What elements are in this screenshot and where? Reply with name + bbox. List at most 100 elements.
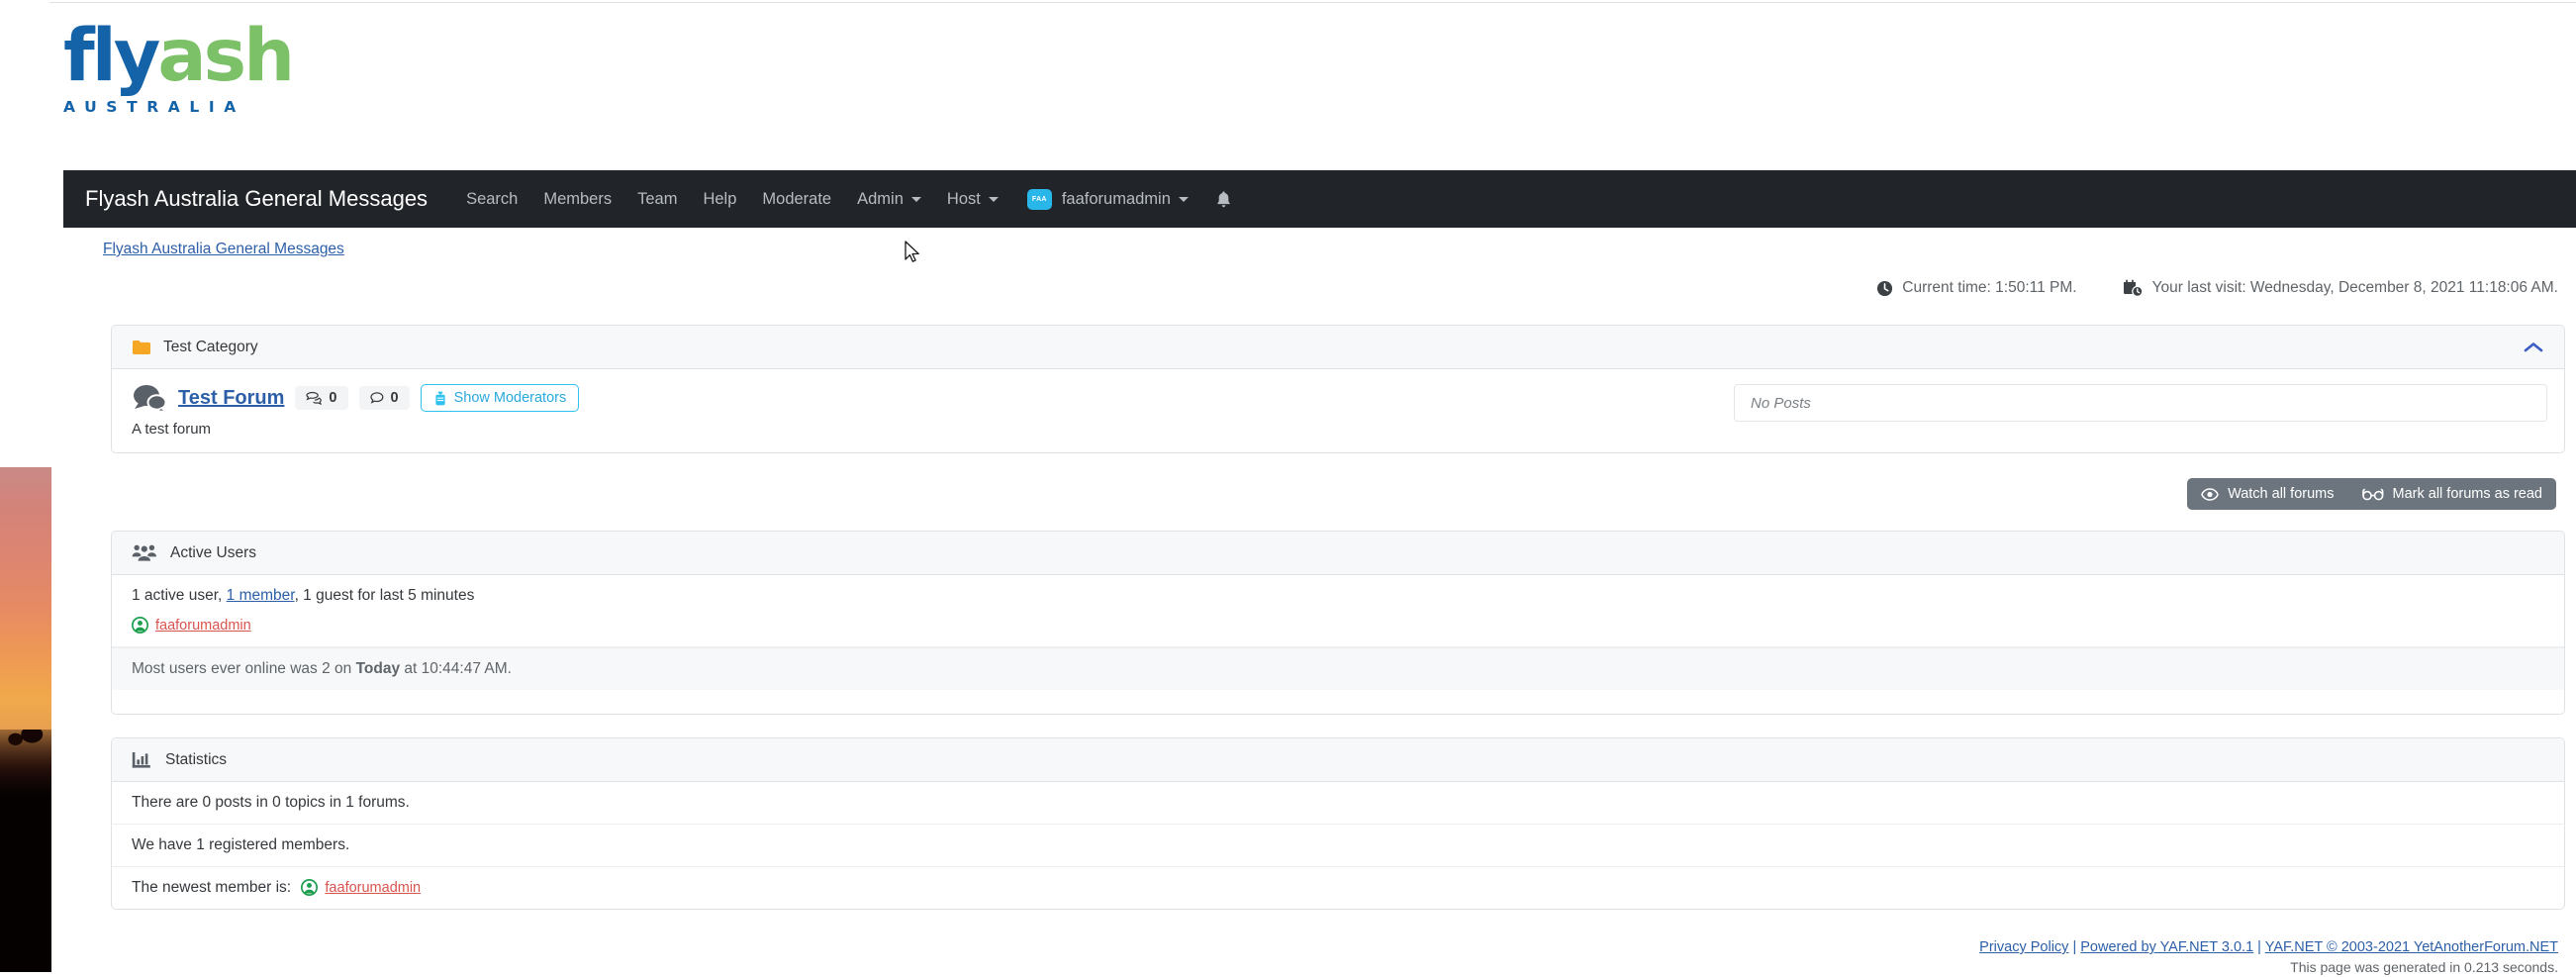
nav-item-label: Admin — [857, 190, 904, 209]
users-icon — [132, 543, 157, 562]
logo-subtitle: AUSTRALIA — [63, 98, 333, 116]
nav-item-search[interactable]: Search — [453, 170, 530, 228]
main-navbar: Flyash Australia General Messages Search… — [63, 170, 2576, 228]
chevron-down-icon — [911, 197, 921, 202]
footer-separator: | — [2253, 939, 2265, 955]
chevron-down-icon — [989, 197, 999, 202]
logo-text-ash: ash — [157, 14, 292, 98]
most-users-record: Most users ever online was 2 on Today at… — [112, 647, 2564, 690]
watch-all-forums-button[interactable]: Watch all forums — [2187, 478, 2347, 510]
logo-text-fly: fly — [63, 14, 157, 98]
stats-newest-label: The newest member is: — [132, 879, 291, 896]
breadcrumb-link-home[interactable]: Flyash Australia General Messages — [103, 241, 344, 257]
last-post-box: No Posts — [1734, 384, 2547, 422]
page-container: flyash AUSTRALIA Flyash Australia Genera… — [51, 0, 2576, 972]
footer: Privacy Policy | Powered by YAF.NET 3.0.… — [1979, 937, 2558, 977]
top-divider — [49, 2, 2576, 3]
stats-members-line: We have 1 registered members. — [112, 825, 2564, 867]
generation-time: This page was generated in 0.213 seconds… — [1979, 957, 2558, 977]
record-day: Today — [356, 660, 401, 677]
category-card: Test Category Test Forum — [111, 325, 2565, 453]
nav-item-label: Search — [466, 190, 518, 209]
logo-wordmark: flyash — [63, 18, 333, 95]
info-row: Current time: 1:50:11 PM. Your last visi… — [1876, 279, 2558, 297]
posts-count-badge: 0 — [359, 386, 410, 410]
last-post-text: No Posts — [1751, 395, 1811, 412]
chevron-up-icon[interactable] — [2523, 341, 2544, 354]
active-users-card: Active Users 1 active user, 1 member, 1 … — [111, 531, 2565, 715]
mark-all-read-button[interactable]: Mark all forums as read — [2348, 478, 2557, 510]
forum-toolbar: Watch all forums Mark all forums as read — [2187, 478, 2556, 510]
category-title: Test Category — [163, 339, 258, 356]
chart-bar-icon — [132, 751, 152, 769]
current-time-text: Current time: 1:50:11 PM. — [1902, 279, 2076, 297]
active-user-item[interactable]: faaforumadmin — [132, 617, 251, 634]
active-members-link[interactable]: 1 member — [227, 587, 295, 604]
active-users-summary-pre: 1 active user, — [132, 587, 227, 604]
clock-icon — [1876, 280, 1893, 297]
statistics-title: Statistics — [165, 751, 227, 769]
active-users-list: faaforumadmin — [112, 613, 2564, 647]
statistics-card: Statistics There are 0 posts in 0 topics… — [111, 737, 2565, 910]
active-user-link[interactable]: faaforumadmin — [155, 618, 251, 634]
posts-count: 0 — [391, 390, 399, 406]
active-users-title: Active Users — [170, 544, 256, 562]
footer-links: Privacy Policy | Powered by YAF.NET 3.0.… — [1979, 937, 2558, 957]
mark-all-read-label: Mark all forums as read — [2393, 486, 2543, 502]
privacy-policy-link[interactable]: Privacy Policy — [1979, 939, 2068, 955]
current-time-block: Current time: 1:50:11 PM. — [1876, 279, 2076, 297]
notifications-button[interactable] — [1201, 190, 1246, 209]
topics-count: 0 — [329, 390, 336, 406]
forum-icon — [132, 384, 167, 412]
record-prefix: Most users ever online was 2 on — [132, 660, 356, 677]
nav-item-host[interactable]: Host — [934, 170, 1011, 228]
site-logo[interactable]: flyash AUSTRALIA — [63, 18, 333, 127]
nav-user-menu[interactable]: FAA faaforumadmin — [1011, 170, 1201, 228]
breadcrumb: Flyash Australia General Messages — [103, 241, 344, 258]
footer-separator: | — [2068, 939, 2080, 955]
forum-link[interactable]: Test Forum — [178, 387, 284, 410]
glasses-icon — [2362, 488, 2384, 501]
topics-icon — [306, 391, 323, 406]
eye-icon — [2201, 488, 2219, 501]
powered-by-link[interactable]: Powered by YAF.NET 3.0.1 — [2080, 939, 2253, 955]
nav-item-moderate[interactable]: Moderate — [749, 170, 844, 228]
user-avatar-icon — [301, 879, 318, 896]
navbar-brand[interactable]: Flyash Australia General Messages — [85, 186, 428, 212]
nav-item-label: Help — [703, 190, 736, 209]
folder-icon — [132, 340, 150, 355]
bell-icon — [1215, 190, 1232, 209]
nav-item-admin[interactable]: Admin — [844, 170, 934, 228]
posts-icon — [370, 391, 385, 406]
nav-item-label: Team — [637, 190, 677, 209]
stats-posts-line: There are 0 posts in 0 topics in 1 forum… — [112, 782, 2564, 825]
newest-member-item[interactable]: faaforumadmin — [301, 879, 421, 896]
nav-item-label: Host — [947, 190, 981, 209]
nav-item-members[interactable]: Members — [530, 170, 624, 228]
category-header[interactable]: Test Category — [112, 326, 2564, 369]
last-visit-text: Your last visit: Wednesday, December 8, … — [2152, 279, 2558, 297]
chevron-down-icon — [1179, 197, 1189, 202]
show-moderators-label: Show Moderators — [454, 390, 567, 406]
moderator-icon — [433, 391, 447, 406]
nav-user-label: faaforumadmin — [1062, 190, 1171, 209]
nav-item-team[interactable]: Team — [624, 170, 690, 228]
record-suffix: at 10:44:47 AM. — [400, 660, 512, 677]
last-visit-block: Your last visit: Wednesday, December 8, … — [2123, 279, 2558, 297]
watch-all-forums-label: Watch all forums — [2228, 486, 2334, 502]
user-avatar-icon — [132, 617, 148, 634]
forum-description: A test forum — [132, 421, 2544, 438]
avatar: FAA — [1027, 189, 1052, 210]
newest-member-link[interactable]: faaforumadmin — [325, 880, 421, 896]
topics-count-badge: 0 — [295, 386, 347, 410]
nav-item-label: Moderate — [762, 190, 831, 209]
statistics-header: Statistics — [112, 738, 2564, 782]
stats-newest-line: The newest member is: faaforumadmin — [112, 867, 2564, 909]
active-users-summary-post: , 1 guest for last 5 minutes — [295, 587, 475, 604]
show-moderators-button[interactable]: Show Moderators — [421, 384, 580, 412]
copyright-link[interactable]: YAF.NET © 2003-2021 YetAnotherForum.NET — [2265, 939, 2558, 955]
nav-item-label: Members — [543, 190, 612, 209]
nav-item-help[interactable]: Help — [690, 170, 749, 228]
active-users-header: Active Users — [112, 532, 2564, 575]
active-users-summary: 1 active user, 1 member, 1 guest for las… — [112, 575, 2564, 613]
